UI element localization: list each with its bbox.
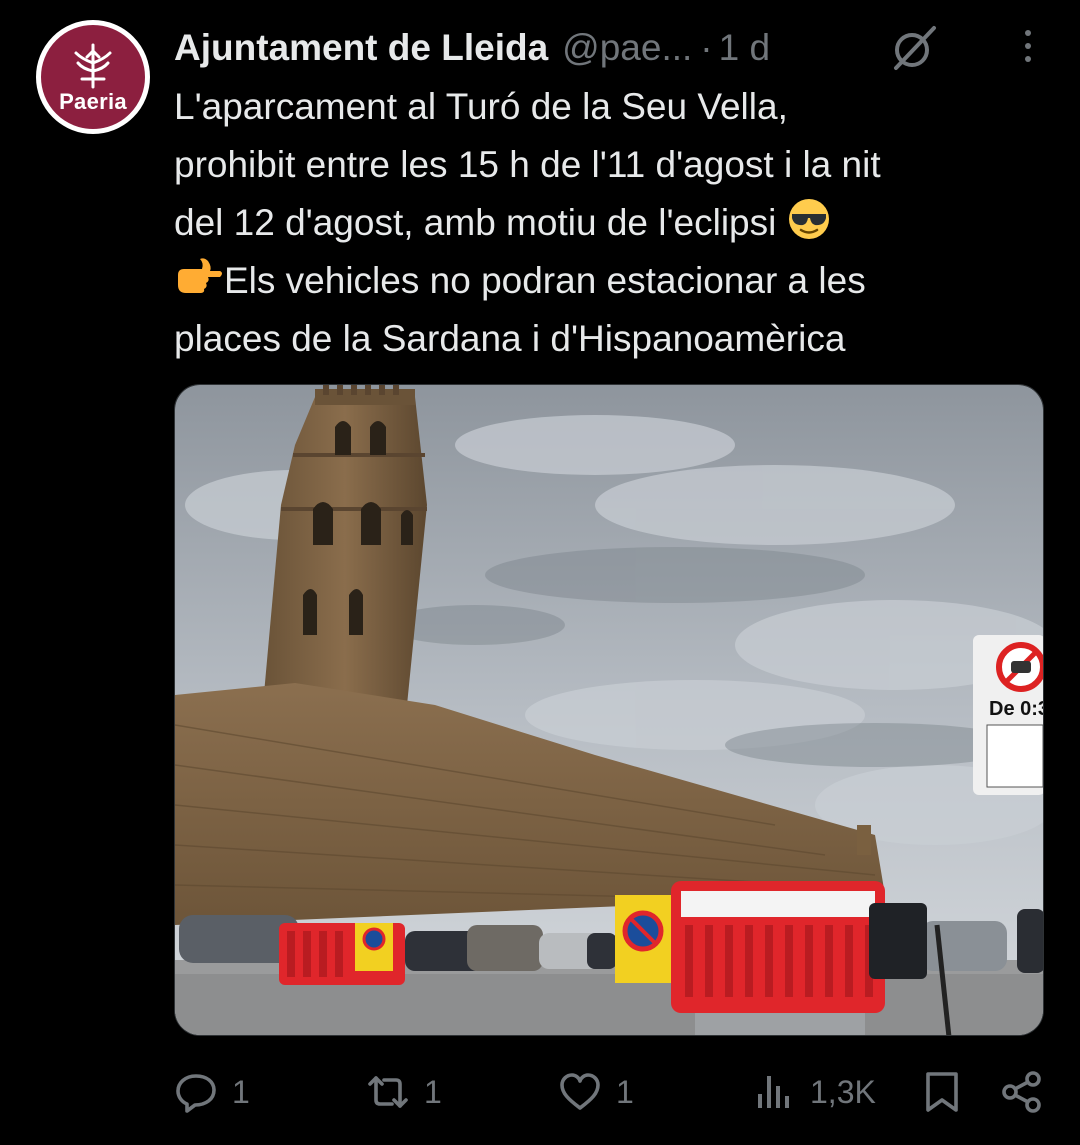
share-button[interactable] [1000, 1062, 1044, 1122]
retweet-button[interactable]: 1 [366, 1062, 442, 1122]
avatar-label: Paeria [59, 89, 127, 114]
tweet-line-2: prohibit entre les 15 h de l'11 d'agost … [174, 144, 881, 185]
avatar[interactable]: Paeria [36, 20, 150, 134]
separator-dot: · [700, 27, 713, 68]
reply-count: 1 [232, 1073, 250, 1110]
retweet-count: 1 [424, 1073, 442, 1110]
author-handle[interactable]: @pae... [562, 27, 692, 69]
like-count: 1 [616, 1073, 634, 1110]
tweet-header: Ajuntament de Lleida @pae... · 1 d [174, 24, 1050, 72]
tweet-actions: 1 1 1 1,3K [174, 1062, 1044, 1122]
tweet-line-3: del 12 d'agost, amb motiu de l'eclipsi [174, 202, 777, 243]
bookmark-icon [926, 1072, 958, 1112]
tweet-text: L'aparcament al Turó de la Seu Vella, pr… [174, 78, 1044, 368]
share-icon [1002, 1071, 1041, 1113]
more-vertical-icon[interactable] [1016, 24, 1040, 68]
reply-icon [176, 1074, 216, 1113]
tweet-line-1: L'aparcament al Turó de la Seu Vella, [174, 86, 788, 127]
red-barrier-left [279, 923, 405, 985]
tweet-line-3-wrap: del 12 d'agost, amb motiu de l'eclipsi [174, 194, 1044, 252]
bookmark-button[interactable] [920, 1062, 964, 1122]
views-button[interactable]: 1,3K [752, 1062, 876, 1122]
tweet-line-4-wrap: Els vehicles no podran estacionar a les [174, 252, 1044, 310]
tweet-line-4: Els vehicles no podran estacionar a les [224, 260, 866, 301]
heart-icon [560, 1073, 600, 1110]
grok-icon[interactable] [888, 22, 940, 74]
traffic-sign: De 0:30 a [973, 635, 1044, 795]
author-name[interactable]: Ajuntament de Lleida [174, 27, 548, 69]
tweet-line-5: places de la Sardana i d'Hispanoamèrica [174, 318, 846, 359]
views-chart-icon [758, 1076, 789, 1108]
like-button[interactable]: 1 [558, 1062, 634, 1122]
pointing-right-emoji-icon [178, 258, 222, 293]
tweet-time[interactable]: 1 d [719, 27, 770, 69]
retweet-icon [368, 1076, 408, 1108]
sunglasses-emoji-icon [788, 199, 829, 239]
sign-text: De 0:30 a [989, 698, 1044, 720]
tweet-photo[interactable]: De 0:30 a [174, 384, 1044, 1036]
reply-button[interactable]: 1 [174, 1062, 250, 1122]
paeria-emblem-icon [74, 43, 112, 89]
views-count: 1,3K [810, 1073, 876, 1110]
